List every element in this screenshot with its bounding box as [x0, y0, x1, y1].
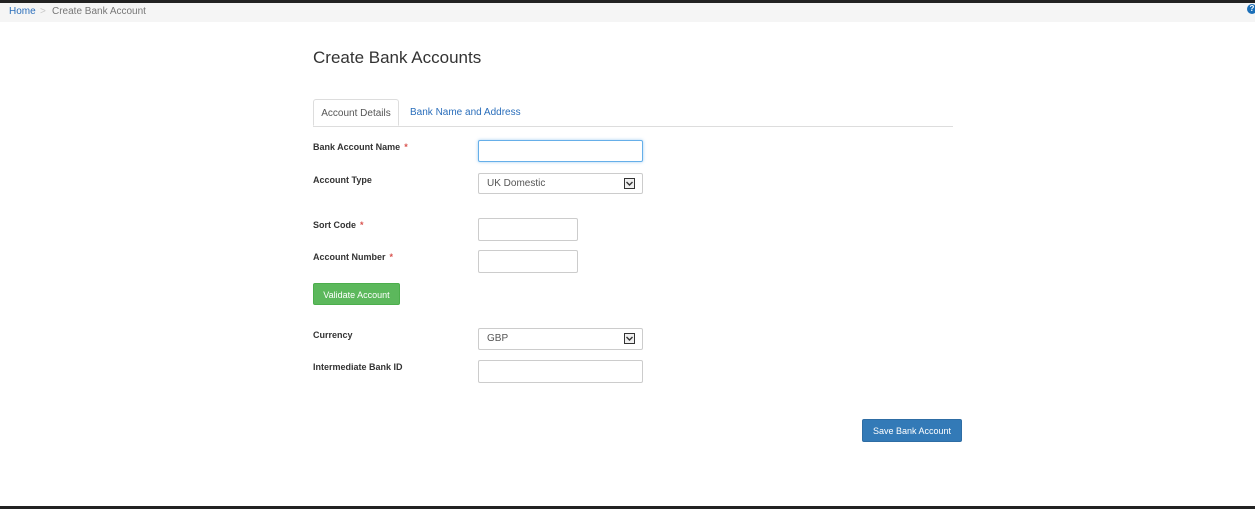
sort-code-input[interactable] — [478, 218, 578, 241]
account-type-label-text: Account Type — [313, 175, 372, 185]
intermediate-bank-id-input[interactable] — [478, 360, 643, 383]
required-marker: * — [360, 220, 364, 230]
bank-account-name-input[interactable] — [478, 140, 643, 162]
currency-label: Currency — [313, 330, 353, 340]
page-title: Create Bank Accounts — [313, 48, 482, 67]
breadcrumb-home-link[interactable]: Home — [9, 3, 36, 20]
tabs-divider — [313, 126, 953, 127]
intermediate-bank-id-label: Intermediate Bank ID — [313, 362, 403, 372]
bank-account-name-label-text: Bank Account Name — [313, 142, 401, 152]
account-type-value: UK Domestic — [487, 178, 546, 189]
account-type-select[interactable]: UK Domestic — [478, 173, 643, 194]
required-marker: * — [389, 252, 394, 262]
currency-select[interactable]: GBP — [478, 328, 643, 350]
breadcrumb-separator: > — [40, 6, 46, 17]
breadcrumb: Home > Create Bank Account — [0, 3, 1255, 22]
tab-account-details[interactable]: Account Details — [313, 99, 399, 126]
sort-code-label: Sort Code * — [313, 220, 364, 230]
bank-account-name-label: Bank Account Name * — [313, 142, 408, 152]
account-number-label: Account Number * — [313, 252, 393, 262]
breadcrumb-current: Create Bank Account — [52, 6, 146, 17]
required-marker: * — [404, 142, 408, 152]
chevron-down-icon — [624, 333, 635, 344]
tab-bank-name-and-address[interactable]: Bank Name and Address — [410, 99, 521, 126]
chevron-down-icon — [624, 178, 635, 189]
account-number-input[interactable] — [478, 250, 578, 273]
sort-code-label-text: Sort Code — [313, 220, 357, 230]
help-icon[interactable]: ? — [1247, 4, 1255, 14]
account-number-label-text: Account Number — [313, 252, 386, 262]
intermediate-bank-id-label-text: Intermediate Bank ID — [313, 362, 403, 372]
save-bank-account-button[interactable]: Save Bank Account — [862, 419, 962, 442]
validate-account-button[interactable]: Validate Account — [313, 283, 400, 305]
currency-value: GBP — [487, 333, 509, 344]
currency-label-text: Currency — [313, 330, 353, 340]
account-type-label: Account Type — [313, 175, 372, 185]
